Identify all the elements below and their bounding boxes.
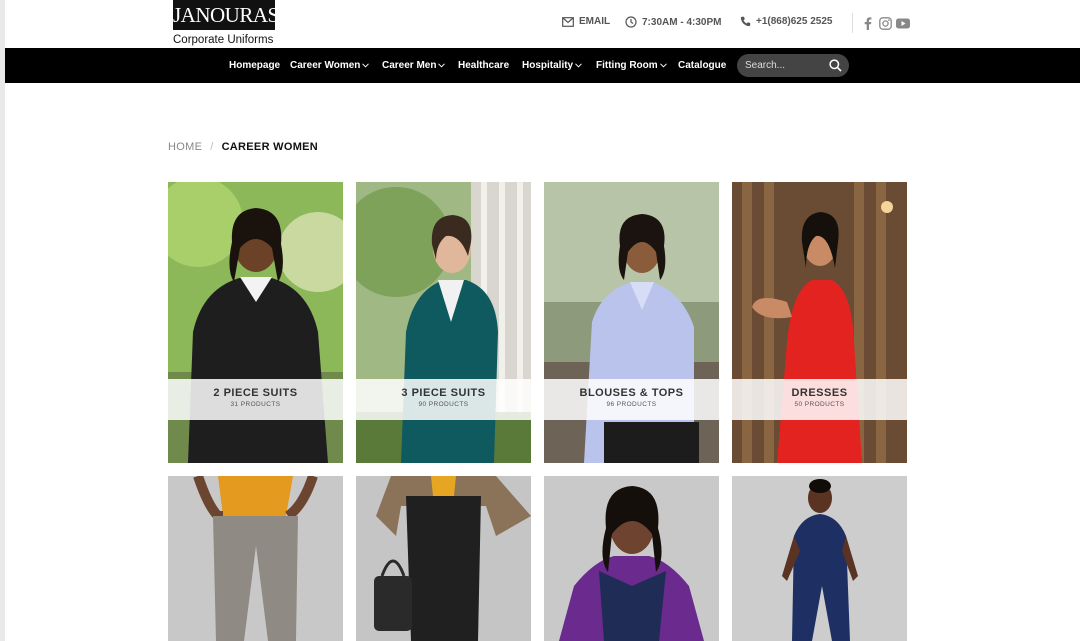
category-card-2-piece-suits[interactable]: 2 PIECE SUITS 31 PRODUCTS	[168, 182, 343, 463]
nav-item-career-women[interactable]: Career Women	[290, 48, 370, 83]
category-card[interactable]	[168, 476, 343, 641]
category-image	[356, 182, 531, 463]
logo[interactable]: JANOURAS Corporate Uniforms	[169, 0, 279, 48]
category-image	[168, 182, 343, 463]
header-divider	[852, 13, 853, 33]
search-box	[737, 54, 849, 77]
category-image	[544, 182, 719, 463]
phone-icon	[740, 16, 751, 27]
nav-label: Hospitality	[522, 60, 574, 71]
category-image	[732, 476, 907, 641]
category-card[interactable]	[732, 476, 907, 641]
facebook-icon[interactable]	[860, 15, 876, 31]
nav-item-catalogue[interactable]: Catalogue	[678, 48, 726, 83]
nav-label: Healthcare	[458, 60, 510, 71]
nav-label: Catalogue	[678, 60, 727, 71]
category-title: DRESSES	[791, 387, 848, 399]
category-label: DRESSES 50 PRODUCTS	[732, 379, 907, 420]
nav-item-healthcare[interactable]: Healthcare	[458, 48, 509, 83]
category-card[interactable]	[356, 476, 531, 641]
clock-icon	[625, 16, 637, 28]
category-image	[168, 476, 343, 641]
nav-item-homepage[interactable]: Homepage	[229, 48, 280, 83]
nav-label: Fitting Room	[596, 60, 658, 71]
logo-wordmark: JANOURAS	[173, 0, 279, 30]
category-card-dresses[interactable]: DRESSES 50 PRODUCTS	[732, 182, 907, 463]
main-navigation: Homepage Career Women Career Men Healthc…	[5, 48, 1080, 83]
breadcrumb-separator: /	[210, 141, 214, 153]
category-card-3-piece-suits[interactable]: 3 PIECE SUITS 90 PRODUCTS	[356, 182, 531, 463]
chevron-down-icon	[438, 63, 446, 68]
instagram-icon[interactable]	[877, 15, 893, 31]
nav-label: Career Men	[382, 60, 437, 71]
category-image	[544, 476, 719, 641]
product-count: 90 PRODUCTS	[418, 401, 469, 408]
search-icon[interactable]	[829, 59, 842, 72]
nav-item-fitting-room[interactable]: Fitting Room	[596, 48, 667, 83]
product-count: 50 PRODUCTS	[794, 401, 845, 408]
phone-number: +1(868)625 2525	[756, 16, 833, 27]
email-link[interactable]: EMAIL	[562, 16, 610, 27]
category-title: BLOUSES & TOPS	[579, 387, 684, 399]
category-image	[732, 182, 907, 463]
category-label: BLOUSES & TOPS 96 PRODUCTS	[544, 379, 719, 420]
email-label: EMAIL	[579, 16, 611, 27]
phone-link[interactable]: +1(868)625 2525	[740, 16, 832, 27]
envelope-icon	[562, 16, 574, 27]
breadcrumb: HOME / CAREER WOMEN	[168, 141, 318, 153]
category-title: 3 PIECE SUITS	[401, 387, 486, 399]
youtube-icon[interactable]	[895, 15, 911, 31]
business-hours: 7:30AM - 4:30PM	[625, 16, 721, 28]
nav-label: Homepage	[229, 60, 281, 71]
category-title: 2 PIECE SUITS	[213, 387, 298, 399]
top-bar: JANOURAS Corporate Uniforms EMAIL 7:30AM…	[5, 0, 1080, 48]
category-card[interactable]	[544, 476, 719, 641]
page-edge	[0, 0, 5, 641]
search-input[interactable]	[737, 54, 827, 77]
chevron-down-icon	[362, 63, 370, 68]
nav-item-career-men[interactable]: Career Men	[382, 48, 446, 83]
hours-label: 7:30AM - 4:30PM	[642, 16, 722, 28]
chevron-down-icon	[659, 63, 667, 68]
category-label: 2 PIECE SUITS 31 PRODUCTS	[168, 379, 343, 420]
product-count: 31 PRODUCTS	[230, 401, 281, 408]
chevron-down-icon	[575, 63, 582, 68]
category-image	[356, 476, 531, 641]
breadcrumb-home-link[interactable]: HOME	[168, 141, 202, 153]
nav-item-hospitality[interactable]: Hospitality	[522, 48, 582, 83]
category-label: 3 PIECE SUITS 90 PRODUCTS	[356, 379, 531, 420]
category-card-blouses-tops[interactable]: BLOUSES & TOPS 96 PRODUCTS	[544, 182, 719, 463]
product-count: 96 PRODUCTS	[606, 401, 657, 408]
nav-label: Career Women	[290, 60, 361, 71]
breadcrumb-current: CAREER WOMEN	[221, 141, 319, 153]
logo-tagline: Corporate Uniforms	[173, 34, 274, 46]
